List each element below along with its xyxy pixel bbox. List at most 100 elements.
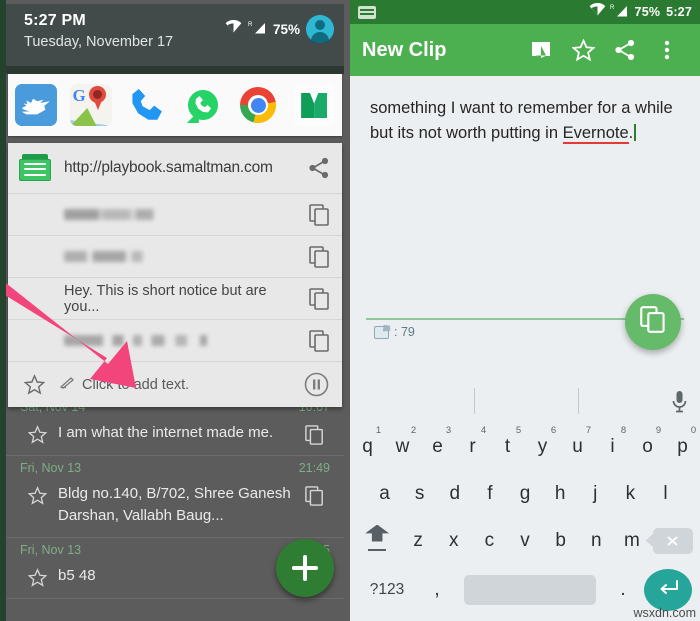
add-clip-fab[interactable] xyxy=(276,539,334,597)
share-icon[interactable] xyxy=(296,157,342,179)
copy-icon[interactable] xyxy=(296,203,342,226)
key-c[interactable]: c xyxy=(472,530,508,552)
hangouts-icon[interactable] xyxy=(293,84,336,126)
key-j[interactable]: j xyxy=(578,483,613,505)
app-toolbar: New Clip xyxy=(350,24,700,76)
key-p[interactable]: 0p xyxy=(665,425,700,458)
enter-key[interactable] xyxy=(644,569,692,611)
notification-row[interactable] xyxy=(8,193,342,235)
star-icon[interactable] xyxy=(562,29,604,71)
key-z[interactable]: z xyxy=(400,530,436,552)
suggestion-divider xyxy=(578,388,579,414)
key-w[interactable]: 2w xyxy=(385,425,420,458)
overflow-menu-icon[interactable] xyxy=(646,29,688,71)
misspelled-word: Evernote xyxy=(562,124,629,144)
notification-row[interactable]: Hey. This is short notice but are you... xyxy=(8,277,342,319)
key-num: 2 xyxy=(410,424,417,436)
key-i[interactable]: 8i xyxy=(595,425,630,458)
star-icon[interactable] xyxy=(16,483,58,505)
phone-icon[interactable] xyxy=(126,84,169,126)
list-time: 21:49 xyxy=(298,461,330,475)
watermark: wsxdn.com xyxy=(633,606,696,620)
key-f[interactable]: f xyxy=(472,483,507,505)
notification-row[interactable] xyxy=(8,319,342,361)
key-y[interactable]: 6y xyxy=(525,425,560,458)
share-icon[interactable] xyxy=(604,29,646,71)
key-label: e xyxy=(432,435,443,457)
star-icon[interactable] xyxy=(8,374,60,395)
key-e[interactable]: 3e xyxy=(420,425,455,458)
clip-text-part2: . xyxy=(628,124,634,142)
key-num: 4 xyxy=(480,424,487,436)
notification-header[interactable]: http://playbook.samaltman.com xyxy=(8,143,342,193)
key-a[interactable]: a xyxy=(367,483,402,505)
key-label: t xyxy=(504,435,511,457)
microphone-icon[interactable] xyxy=(671,390,688,419)
symbols-key[interactable]: ?123 xyxy=(358,581,416,599)
list-date: Fri, Nov 13 xyxy=(20,461,82,475)
key-v[interactable]: v xyxy=(507,530,543,552)
notification-row[interactable] xyxy=(8,235,342,277)
twitter-icon[interactable] xyxy=(14,84,57,126)
key-num: 9 xyxy=(655,424,662,436)
key-l[interactable]: l xyxy=(648,483,683,505)
list-item[interactable]: Bldg no.140, B/702, Shree Ganesh Darshan… xyxy=(6,477,344,538)
clipboard-notification-card: http://playbook.samaltman.com Hey. This … xyxy=(8,143,342,407)
add-text-row[interactable]: Click to add text. xyxy=(8,361,342,407)
whatsapp-icon[interactable] xyxy=(181,84,224,126)
key-h[interactable]: h xyxy=(543,483,578,505)
key-b[interactable]: b xyxy=(543,530,579,552)
shift-key[interactable] xyxy=(354,524,400,557)
backspace-key[interactable] xyxy=(650,527,696,554)
pencil-icon xyxy=(59,376,75,393)
key-o[interactable]: 9o xyxy=(630,425,665,458)
key-r[interactable]: 4r xyxy=(455,425,490,458)
key-d[interactable]: d xyxy=(437,483,472,505)
char-counter-label: : 79 xyxy=(394,325,415,339)
copy-icon[interactable] xyxy=(294,422,334,445)
left-phone-screen: 5:27 PM Tuesday, November 17 R 75% G htt… xyxy=(0,0,350,621)
notification-url[interactable]: http://playbook.samaltman.com xyxy=(52,159,296,177)
comma-key[interactable]: , xyxy=(416,579,458,601)
left-screen-edge xyxy=(0,0,6,621)
google-maps-icon[interactable]: G xyxy=(70,84,113,126)
key-t[interactable]: 5t xyxy=(490,425,525,458)
svg-text:R: R xyxy=(610,5,615,11)
key-label: i xyxy=(610,435,615,457)
keyboard-row-1: 1q 2w 3e 4r 5t 6y 7u 8i 9o 0p xyxy=(350,423,700,470)
copy-icon[interactable] xyxy=(296,245,342,268)
book-icon[interactable] xyxy=(520,29,562,71)
period-key[interactable]: . xyxy=(602,579,644,601)
copy-icon[interactable] xyxy=(296,329,342,352)
star-icon[interactable] xyxy=(16,565,58,587)
battery-percent: 75% xyxy=(272,21,300,37)
key-n[interactable]: n xyxy=(578,530,614,552)
backspace-key-icon xyxy=(652,527,693,554)
add-text-label-wrap[interactable]: Click to add text. xyxy=(59,376,290,393)
key-q[interactable]: 1q xyxy=(350,425,385,458)
app-shortcut-row: G xyxy=(8,74,342,136)
pause-button-icon[interactable] xyxy=(290,372,342,397)
star-icon[interactable] xyxy=(16,422,58,444)
copy-icon[interactable] xyxy=(294,483,334,506)
key-s[interactable]: s xyxy=(402,483,437,505)
list-item[interactable]: I am what the internet made me. xyxy=(6,416,344,456)
status-icons: R 75% xyxy=(225,15,334,43)
clipboard-icon xyxy=(18,154,52,182)
signal-roaming-icon: R xyxy=(248,20,267,39)
copy-icon[interactable] xyxy=(296,287,342,310)
key-u[interactable]: 7u xyxy=(560,425,595,458)
clip-editor-text[interactable]: something I want to remember for a while… xyxy=(370,96,682,146)
avatar[interactable] xyxy=(306,15,334,43)
key-g[interactable]: g xyxy=(507,483,542,505)
add-text-label: Click to add text. xyxy=(82,376,190,393)
key-x[interactable]: x xyxy=(436,530,472,552)
suggestion-divider xyxy=(474,388,475,414)
copy-clip-fab[interactable] xyxy=(625,294,681,350)
suggestion-bar[interactable] xyxy=(350,381,700,423)
space-key[interactable] xyxy=(464,575,596,605)
key-m[interactable]: m xyxy=(614,530,650,552)
key-label: y xyxy=(537,435,548,457)
chrome-icon[interactable] xyxy=(237,84,280,126)
key-k[interactable]: k xyxy=(613,483,648,505)
